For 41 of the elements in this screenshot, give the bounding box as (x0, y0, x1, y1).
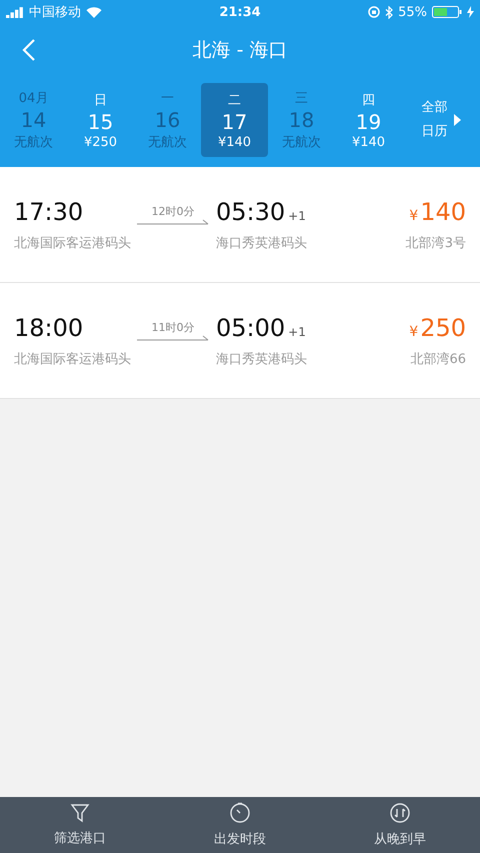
clock-time: 21:34 (219, 4, 261, 20)
arrive-time: 05:30 (216, 198, 286, 226)
depart-time: 17:30 (14, 198, 84, 226)
ship-name: 北部湾3号 (406, 234, 466, 252)
battery-icon (432, 6, 462, 18)
route-title: 北海 - 海口 (192, 38, 288, 62)
clock-icon (229, 802, 251, 824)
date-tab[interactable]: 日 15 ¥250 (67, 83, 134, 157)
day-offset: +1 (288, 208, 306, 222)
bluetooth-icon (385, 6, 394, 18)
ship-name: 北部湾66 (410, 350, 466, 368)
battery-percent: 55% (398, 4, 428, 20)
arrow-icon (137, 335, 209, 341)
date-tab[interactable]: 二 17 ¥140 (201, 83, 268, 157)
arrival-port: 海口秀英港码头 (216, 234, 308, 252)
ticket-price: ¥250 (409, 314, 466, 342)
departure-port: 北海国际客运港码头 (14, 350, 132, 368)
duration: 12时0分 (152, 204, 194, 219)
rotation-lock-icon (368, 6, 380, 18)
sort-icon (389, 802, 411, 824)
carrier-name: 中国移动 (29, 4, 81, 21)
departure-port: 北海国际客运港码头 (14, 234, 132, 252)
day-offset: +1 (288, 324, 306, 338)
depart-time: 18:00 (14, 314, 84, 342)
toolbar-button[interactable]: 出发时段 (160, 797, 320, 853)
arrival-port: 海口秀英港码头 (216, 350, 308, 368)
arrow-icon (137, 219, 209, 225)
date-tab[interactable]: 四 19 ¥140 (335, 83, 402, 157)
toolbar-button[interactable]: 从晚到早 (320, 797, 480, 853)
charging-icon (467, 6, 474, 18)
toolbar-button[interactable]: 筛选港口 (0, 797, 160, 853)
filter-icon (70, 803, 90, 823)
ticket-price: ¥140 (409, 198, 466, 226)
arrive-time: 05:00 (216, 314, 286, 342)
sailing-row[interactable]: 18:00 北海国际客运港码头 11时0分 05:00+1 海口秀英港码头 ¥250 北部湾66 (0, 283, 480, 399)
wifi-icon (86, 6, 102, 18)
duration: 11时0分 (152, 320, 194, 335)
full-calendar-link[interactable]: 全部 日历 (402, 95, 480, 145)
sailing-row[interactable]: 17:30 北海国际客运港码头 12时0分 05:30+1 海口秀英港码头 ¥140 北部湾3号 (0, 167, 480, 283)
caret-icon (454, 114, 460, 126)
signal-icon (6, 6, 24, 18)
